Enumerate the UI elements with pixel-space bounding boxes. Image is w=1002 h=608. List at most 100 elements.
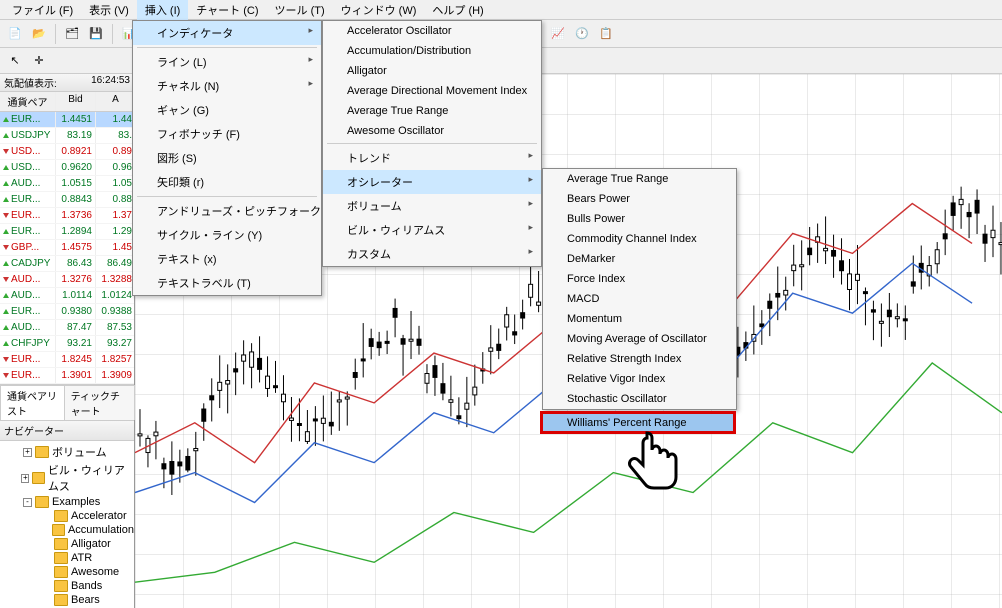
market-watch-row[interactable]: USD...0.96200.96 xyxy=(0,160,134,176)
menu-item[interactable]: テキスト (x) xyxy=(133,247,321,271)
menu-chart[interactable]: チャート (C) xyxy=(188,0,266,20)
tree-item[interactable]: Accumulation xyxy=(6,523,134,537)
market-watch-row[interactable]: AUD...87.4787.53 xyxy=(0,320,134,336)
menu-item[interactable]: フィボナッチ (F) xyxy=(133,122,321,146)
menu-item[interactable]: アンドリューズ・ピッチフォーク (A) xyxy=(133,199,321,223)
expand-icon[interactable]: - xyxy=(23,498,32,507)
col-ask[interactable]: A xyxy=(96,92,136,111)
menubar: ファイル (F) 表示 (V) 挿入 (I) チャート (C) ツール (T) … xyxy=(0,0,1002,20)
indicator-icon xyxy=(54,594,68,606)
menu-item[interactable]: ギャン (G) xyxy=(133,98,321,122)
direction-icon xyxy=(3,149,9,154)
menu-view[interactable]: 表示 (V) xyxy=(81,0,137,20)
crosshair-icon[interactable]: ✛ xyxy=(28,50,50,72)
menu-item[interactable]: Relative Strength Index xyxy=(543,349,736,369)
market-watch-row[interactable]: GBP...1.45751.45 xyxy=(0,240,134,256)
col-symbol[interactable]: 通貨ペア xyxy=(0,92,56,111)
market-watch-row[interactable]: CHFJPY93.2193.27 xyxy=(0,336,134,352)
menu-item[interactable]: 図形 (S) xyxy=(133,146,321,170)
tree-item-label: ATR xyxy=(71,552,92,564)
tree-item[interactable]: Accelerator xyxy=(6,509,134,523)
tree-item[interactable]: Alligator xyxy=(6,537,134,551)
dropdown-insert: インディケータライン (L)チャネル (N)ギャン (G)フィボナッチ (F)図… xyxy=(132,20,322,296)
market-watch-time: 16:24:53 xyxy=(91,75,130,90)
menu-item[interactable]: Relative Vigor Index xyxy=(543,369,736,389)
menu-item[interactable]: 矢印類 (r) xyxy=(133,170,321,194)
menu-item[interactable]: MACD xyxy=(543,289,736,309)
market-watch-row[interactable]: USD...0.89210.89 xyxy=(0,144,134,160)
menu-insert[interactable]: 挿入 (I) xyxy=(137,0,188,20)
market-watch-row[interactable]: AUD...1.32761.3288 xyxy=(0,272,134,288)
menu-item[interactable]: Stochastic Oscillator xyxy=(543,389,736,409)
menu-item[interactable]: ボリューム xyxy=(323,194,541,218)
market-watch-row[interactable]: EUR...1.28941.29 xyxy=(0,224,134,240)
save-icon[interactable]: 💾 xyxy=(85,23,107,45)
menu-help[interactable]: ヘルプ (H) xyxy=(424,0,491,20)
market-watch-row[interactable]: EUR...1.39011.3909 xyxy=(0,368,134,384)
market-watch-row[interactable]: EUR...1.82451.8257 xyxy=(0,352,134,368)
market-watch-header: 通貨ペア Bid A xyxy=(0,92,134,112)
menu-item[interactable]: Average Directional Movement Index xyxy=(323,81,541,101)
cursor-icon[interactable]: ↖ xyxy=(4,50,26,72)
menu-item[interactable]: Momentum xyxy=(543,309,736,329)
new-chart-icon[interactable]: 📄 xyxy=(4,23,26,45)
menu-item[interactable]: Bears Power xyxy=(543,189,736,209)
market-watch-row[interactable]: EUR...1.44511.44 xyxy=(0,112,134,128)
menu-item[interactable]: オシレーター xyxy=(323,170,541,194)
direction-icon xyxy=(3,197,9,202)
menu-item[interactable]: Accumulation/Distribution xyxy=(323,41,541,61)
periods-icon[interactable]: 🕐 xyxy=(571,23,593,45)
profile-icon[interactable]: 🗂 xyxy=(61,23,83,45)
menu-item[interactable]: Bulls Power xyxy=(543,209,736,229)
menu-item[interactable]: サイクル・ライン (Y) xyxy=(133,223,321,247)
menu-item[interactable]: Average True Range xyxy=(323,101,541,121)
menu-file[interactable]: ファイル (F) xyxy=(4,0,81,20)
market-watch-row[interactable]: USDJPY83.1983. xyxy=(0,128,134,144)
menu-item[interactable]: ビル・ウィリアムス xyxy=(323,218,541,242)
tree-item[interactable]: ATR xyxy=(6,551,134,565)
tab-symbols[interactable]: 通貨ペアリスト xyxy=(0,385,65,420)
direction-icon xyxy=(3,277,9,282)
tree-item-label: Bears xyxy=(71,594,100,606)
templates-icon[interactable]: 📋 xyxy=(595,23,617,45)
menu-item[interactable]: トレンド xyxy=(323,146,541,170)
tree-item[interactable]: + ボリューム xyxy=(6,443,134,461)
market-watch-row[interactable]: EUR...0.93800.9388 xyxy=(0,304,134,320)
menu-item[interactable]: ライン (L) xyxy=(133,50,321,74)
tree-item-label: Awesome xyxy=(71,566,119,578)
menu-item[interactable]: カスタム xyxy=(323,242,541,266)
market-watch-row[interactable]: AUD...1.01141.0124 xyxy=(0,288,134,304)
menu-item[interactable]: インディケータ xyxy=(133,21,321,45)
menu-item[interactable]: DeMarker xyxy=(543,249,736,269)
menu-item[interactable]: Awesome Oscillator xyxy=(323,121,541,141)
menu-item[interactable]: Accelerator Oscillator xyxy=(323,21,541,41)
tab-tick-chart[interactable]: ティックチャート xyxy=(64,385,135,420)
menu-item[interactable]: テキストラベル (T) xyxy=(133,271,321,295)
tree-item[interactable]: Bands xyxy=(6,579,134,593)
expand-icon[interactable]: + xyxy=(23,448,32,457)
menu-item[interactable]: Average True Range xyxy=(543,169,736,189)
menu-window[interactable]: ウィンドウ (W) xyxy=(333,0,425,20)
market-watch-row[interactable]: CADJPY86.4386.49 xyxy=(0,256,134,272)
direction-icon xyxy=(3,293,9,298)
menu-item[interactable]: Force Index xyxy=(543,269,736,289)
tree-item[interactable]: Awesome xyxy=(6,565,134,579)
market-watch-row[interactable]: EUR...1.37361.37 xyxy=(0,208,134,224)
market-watch-row[interactable]: AUD...1.05151.05 xyxy=(0,176,134,192)
tree-item[interactable]: Bears xyxy=(6,593,134,607)
open-icon[interactable]: 📂 xyxy=(28,23,50,45)
market-watch-row[interactable]: EUR...0.88430.88 xyxy=(0,192,134,208)
menu-item[interactable]: Commodity Channel Index xyxy=(543,229,736,249)
tree-item[interactable]: +ビル・ウィリアムス xyxy=(6,461,134,495)
menu-item[interactable]: Moving Average of Oscillator xyxy=(543,329,736,349)
menu-item[interactable]: チャネル (N) xyxy=(133,74,321,98)
tree-item-label: ボリューム xyxy=(52,444,107,460)
col-bid[interactable]: Bid xyxy=(56,92,96,111)
tree-item-label: Accelerator xyxy=(71,510,127,522)
market-watch-label: 気配値表示: xyxy=(4,75,57,90)
indicators-icon[interactable]: 📈 xyxy=(547,23,569,45)
expand-icon[interactable]: + xyxy=(21,474,29,483)
menu-item[interactable]: Alligator xyxy=(323,61,541,81)
menu-tools[interactable]: ツール (T) xyxy=(267,0,333,20)
tree-item[interactable]: -Examples xyxy=(6,495,134,509)
